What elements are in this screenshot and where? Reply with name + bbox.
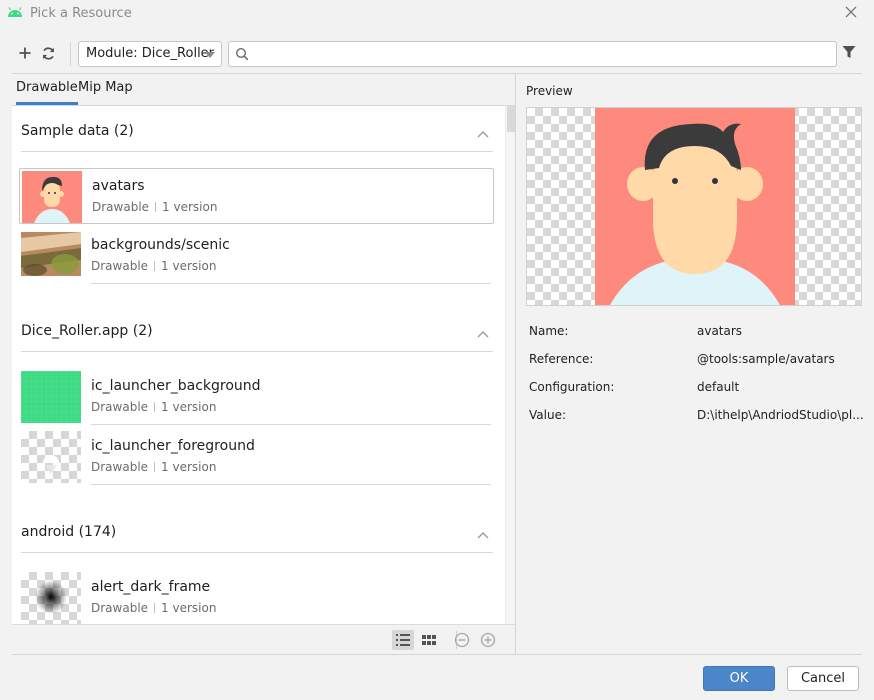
chevron-down-icon	[205, 52, 215, 58]
cancel-button[interactable]: Cancel	[787, 666, 859, 691]
preview-image-area	[526, 107, 862, 306]
zoom-in-icon[interactable]	[477, 630, 499, 650]
module-dropdown-label: Module: Dice_Roller	[86, 46, 215, 61]
toolbar: Module: Dice_Roller	[12, 38, 862, 70]
window-title: Pick a Resource	[30, 6, 132, 21]
ok-button[interactable]: OK	[703, 666, 775, 691]
resource-name: backgrounds/scenic	[91, 237, 230, 253]
resource-name: avatars	[92, 178, 145, 194]
property-row-name: Name: avatars	[529, 324, 869, 344]
section-header-dice-roller-app[interactable]: Dice_Roller.app (2)	[21, 306, 493, 352]
resource-meta: Drawable 1 version	[92, 200, 218, 214]
close-icon[interactable]	[844, 5, 858, 23]
refresh-icon[interactable]	[39, 44, 57, 62]
resource-item-alert-dark-frame[interactable]: alert_dark_frame Drawable 1 version	[19, 570, 494, 624]
title-bar: Pick a Resource	[0, 0, 874, 28]
section-label: Sample data (2)	[21, 123, 134, 139]
launcher-foreground-thumbnail	[21, 431, 81, 483]
resource-name: alert_dark_frame	[91, 579, 211, 595]
grid-view-icon[interactable]	[418, 630, 440, 650]
property-key: Name:	[529, 324, 569, 338]
footer-divider	[12, 654, 862, 655]
tab-mip-map[interactable]: Mip Map	[78, 80, 133, 105]
resource-meta: Drawable 1 version	[91, 460, 217, 474]
property-key: Value:	[529, 408, 566, 422]
alert-dark-frame-thumbnail	[21, 572, 81, 624]
filter-icon[interactable]	[842, 45, 856, 63]
zoom-out-icon[interactable]	[451, 630, 473, 650]
view-options-bar	[12, 624, 515, 654]
chevron-up-icon[interactable]	[477, 127, 489, 142]
toolbar-separator	[70, 42, 71, 66]
search-icon	[235, 47, 249, 61]
property-key: Reference:	[529, 352, 594, 366]
resource-meta: Drawable 1 version	[91, 601, 217, 615]
avatar-preview-image	[595, 108, 795, 305]
resource-meta: Drawable 1 version	[91, 400, 217, 414]
search-input[interactable]	[253, 44, 829, 64]
resource-tabs: Drawable Mip Map	[12, 74, 515, 105]
resource-meta: Drawable 1 version	[91, 259, 217, 273]
android-icon	[7, 6, 23, 22]
property-value: D:\ithelp\AndriodStudio\pl...	[697, 408, 864, 422]
property-value: @tools:sample/avatars	[697, 352, 835, 366]
avatar-thumbnail	[22, 171, 82, 223]
add-icon[interactable]	[16, 44, 34, 62]
list-scrollbar[interactable]	[505, 106, 515, 624]
chevron-up-icon[interactable]	[477, 528, 489, 543]
property-row-value: Value: D:\ithelp\AndriodStudio\pl...	[529, 408, 869, 428]
section-label: android (174)	[21, 524, 117, 540]
chevron-up-icon[interactable]	[477, 327, 489, 342]
module-dropdown[interactable]: Module: Dice_Roller	[78, 41, 222, 67]
scrollbar-thumb[interactable]	[507, 106, 515, 132]
property-key: Configuration:	[529, 380, 615, 394]
section-header-android[interactable]: android (174)	[21, 507, 493, 553]
preview-panel: Preview Name: avatars Reference: @tools:…	[516, 74, 874, 654]
property-value: avatars	[697, 324, 743, 338]
section-label: Dice_Roller.app (2)	[21, 323, 153, 339]
resource-item-ic-launcher-background[interactable]: ic_launcher_background Drawable 1 version	[19, 369, 494, 425]
section-header-sample-data[interactable]: Sample data (2)	[21, 106, 493, 152]
search-field[interactable]	[228, 41, 837, 67]
resource-item-ic-launcher-foreground[interactable]: ic_launcher_foreground Drawable 1 version	[19, 429, 494, 485]
resource-list-panel: Drawable Mip Map Sample data (2) avatars…	[12, 74, 515, 654]
property-value: default	[697, 380, 740, 394]
resource-name: ic_launcher_background	[91, 378, 261, 394]
tab-drawable[interactable]: Drawable	[16, 80, 78, 105]
resource-name: ic_launcher_foreground	[91, 438, 255, 454]
launcher-background-thumbnail	[21, 371, 81, 423]
property-row-configuration: Configuration: default	[529, 380, 869, 400]
list-view-icon[interactable]	[392, 630, 414, 650]
resource-item-avatars[interactable]: avatars Drawable 1 version	[19, 168, 494, 224]
resource-item-backgrounds-scenic[interactable]: backgrounds/scenic Drawable 1 version	[19, 228, 494, 284]
preview-label: Preview	[526, 84, 573, 98]
resource-list[interactable]: Sample data (2) avatars Drawable 1 versio…	[12, 105, 515, 624]
scenic-thumbnail	[21, 230, 81, 282]
property-row-reference: Reference: @tools:sample/avatars	[529, 352, 869, 372]
